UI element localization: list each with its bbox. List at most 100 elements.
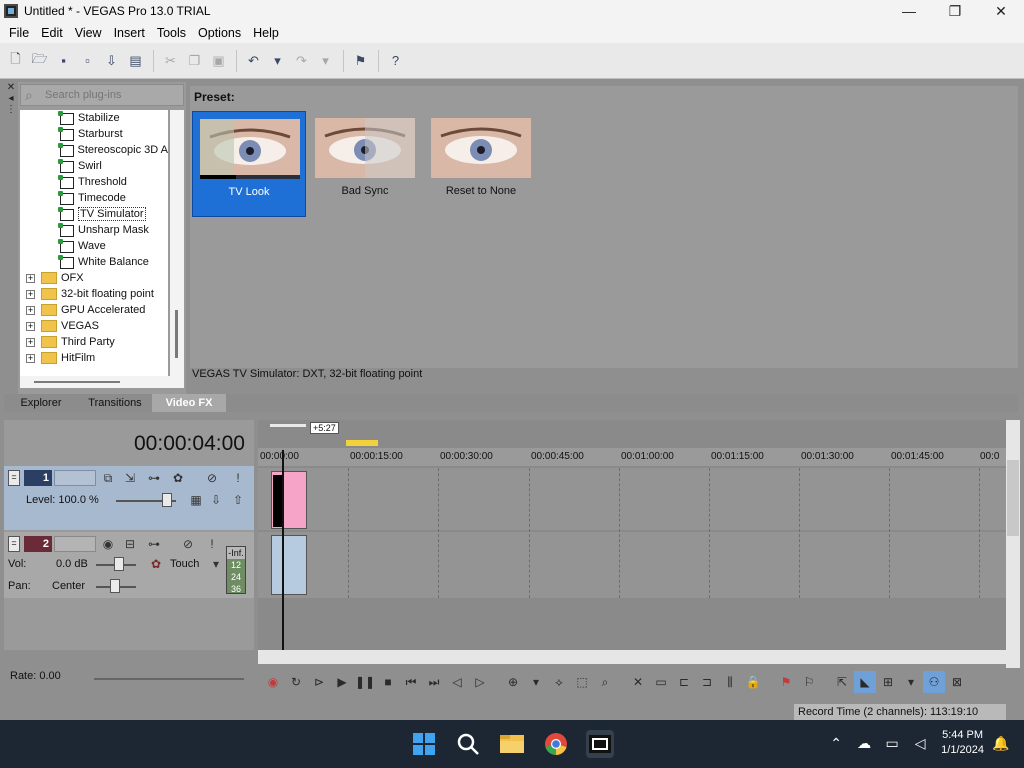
mute-icon[interactable]: ⊘ bbox=[204, 470, 220, 486]
tree-item-threshold[interactable]: Threshold bbox=[20, 174, 168, 190]
lock-envelopes-icon[interactable]: ⊞ bbox=[877, 671, 899, 693]
expand-icon[interactable]: + bbox=[26, 353, 35, 363]
track-name-field[interactable] bbox=[54, 536, 96, 552]
copy-icon[interactable]: ❐ bbox=[183, 50, 206, 72]
go-to-start-icon[interactable]: ⏮ bbox=[400, 671, 422, 693]
make-compositing-child-icon[interactable]: ⇲ bbox=[122, 470, 138, 486]
tree-item-tv-simulator[interactable]: TV Simulator bbox=[20, 206, 168, 222]
volume-slider[interactable] bbox=[114, 557, 124, 571]
automation-icon[interactable]: ✿ bbox=[148, 556, 164, 572]
preset-tv-look[interactable]: TV Look bbox=[192, 111, 306, 217]
tree-folder-gpu[interactable]: + GPU Accelerated bbox=[20, 302, 168, 318]
menu-tools[interactable]: Tools bbox=[151, 26, 192, 40]
pan-slider[interactable] bbox=[110, 579, 120, 593]
video-event[interactable] bbox=[271, 471, 307, 529]
menu-view[interactable]: View bbox=[69, 26, 108, 40]
ripple-dropdown-icon[interactable]: ▾ bbox=[900, 671, 922, 693]
timeline-horizontal-scrollbar[interactable] bbox=[258, 650, 1006, 664]
notification-bell-icon[interactable]: 🔔 bbox=[990, 735, 1012, 752]
preset-reset-to-none[interactable]: Reset to None bbox=[424, 111, 538, 217]
timeline-vertical-scrollbar[interactable] bbox=[1006, 420, 1020, 668]
redo-icon[interactable]: ↷ bbox=[290, 50, 313, 72]
menu-insert[interactable]: Insert bbox=[108, 26, 151, 40]
move-up-icon[interactable]: ⇧ bbox=[230, 492, 246, 508]
undo-icon[interactable]: ↶ bbox=[242, 50, 265, 72]
move-down-icon[interactable]: ⇩ bbox=[208, 492, 224, 508]
event-pan-crop-icon[interactable]: ⇱ bbox=[831, 671, 853, 693]
expand-icon[interactable]: + bbox=[26, 305, 35, 315]
tree-item-stereoscopic-3d[interactable]: Stereoscopic 3D A bbox=[20, 142, 168, 158]
volume-muted-icon[interactable]: ◁ bbox=[909, 735, 931, 752]
audio-track-lane[interactable] bbox=[258, 532, 1006, 598]
tree-folder-third-party[interactable]: + Third Party bbox=[20, 334, 168, 350]
preset-bad-sync[interactable]: Bad Sync bbox=[308, 111, 422, 217]
tree-item-starburst[interactable]: Starburst bbox=[20, 126, 168, 142]
whats-this-help-icon[interactable]: ? bbox=[384, 50, 407, 72]
playhead-cursor[interactable] bbox=[282, 450, 284, 650]
close-button[interactable]: ✕ bbox=[978, 0, 1024, 22]
stop-icon[interactable]: ■ bbox=[377, 671, 399, 693]
display-icon[interactable]: ▭ bbox=[881, 735, 903, 752]
tree-horizontal-scrollbar[interactable] bbox=[20, 376, 184, 388]
normal-edit-tool-icon[interactable]: ⊕ bbox=[502, 671, 524, 693]
expand-icon[interactable]: + bbox=[26, 273, 35, 283]
paste-icon[interactable]: ▣ bbox=[207, 50, 230, 72]
open-folder-icon[interactable]: 🗁 bbox=[28, 50, 51, 72]
search-plugins-input[interactable] bbox=[41, 89, 171, 101]
clock[interactable]: 5:44 PM 1/1/2024 bbox=[941, 728, 984, 758]
pause-icon[interactable]: ❚❚ bbox=[354, 671, 376, 693]
timeline-area[interactable]: +5:27 00:00:00 00:00:15:00 00:00:30:00 0… bbox=[258, 420, 1006, 650]
render-as-icon[interactable]: ⇩ bbox=[100, 50, 123, 72]
insert-marker-icon[interactable]: ⚑ bbox=[775, 671, 797, 693]
invert-phase-icon[interactable]: ⊟ bbox=[122, 536, 138, 552]
next-frame-icon[interactable]: ▷ bbox=[469, 671, 491, 693]
tab-transitions[interactable]: Transitions bbox=[78, 394, 152, 412]
tree-item-white-balance[interactable]: White Balance bbox=[20, 254, 168, 270]
expand-icon[interactable]: + bbox=[26, 337, 35, 347]
show-hidden-icons-icon[interactable]: ⌃ bbox=[825, 735, 847, 752]
save-as-icon[interactable]: ▫ bbox=[76, 50, 99, 72]
properties-icon[interactable]: ▤ bbox=[124, 50, 147, 72]
tree-folder-ofx[interactable]: + OFX bbox=[20, 270, 168, 286]
track-name-field[interactable] bbox=[54, 470, 96, 486]
crossfade-icon[interactable]: ⊠ bbox=[946, 671, 968, 693]
tree-vertical-scrollbar[interactable] bbox=[170, 110, 184, 376]
audio-track-header[interactable]: = 2 ◉ ⊟ ⊶ ⊘ ! Vol: 0.0 dB ✿ Touch ▾ Pan:… bbox=[4, 532, 254, 598]
zoom-tool-icon[interactable]: ⌕ bbox=[594, 671, 616, 693]
auto-ripple-icon[interactable]: ◣ bbox=[854, 671, 876, 693]
loop-region[interactable] bbox=[346, 440, 378, 446]
edit-tool-dropdown-icon[interactable]: ▾ bbox=[525, 671, 547, 693]
solo-icon[interactable]: ! bbox=[230, 470, 246, 486]
automation-mode[interactable]: Touch bbox=[170, 558, 199, 570]
track-fx-icon[interactable]: ✿ bbox=[170, 470, 186, 486]
trim-start-icon[interactable]: ⊏ bbox=[673, 671, 695, 693]
expand-icon[interactable]: + bbox=[26, 289, 35, 299]
delete-icon[interactable]: ✕ bbox=[627, 671, 649, 693]
undo-dropdown-icon[interactable]: ▾ bbox=[266, 50, 289, 72]
tree-folder-hitfilm[interactable]: + HitFilm bbox=[20, 350, 168, 366]
track-motion-icon[interactable]: ⊶ bbox=[146, 470, 162, 486]
zoom-bar[interactable] bbox=[270, 424, 306, 427]
previous-frame-icon[interactable]: ◁ bbox=[446, 671, 468, 693]
start-icon[interactable] bbox=[410, 730, 438, 758]
menu-file[interactable]: File bbox=[3, 26, 35, 40]
menu-edit[interactable]: Edit bbox=[35, 26, 69, 40]
audio-event[interactable] bbox=[271, 535, 307, 595]
maximize-button[interactable]: ❐ bbox=[932, 0, 978, 22]
tree-folder-32bit[interactable]: +32-bit floating point bbox=[20, 286, 168, 302]
record-icon[interactable]: ◉ bbox=[262, 671, 284, 693]
track-fx-icon[interactable]: ⊶ bbox=[146, 536, 162, 552]
tree-item-timecode[interactable]: Timecode bbox=[20, 190, 168, 206]
vegas-taskbar-icon[interactable] bbox=[586, 730, 614, 758]
drag-handle-icon[interactable]: ⋮ bbox=[4, 104, 18, 115]
tree-item-swirl[interactable]: Swirl bbox=[20, 158, 168, 174]
file-explorer-icon[interactable] bbox=[498, 730, 526, 758]
automation-dropdown-icon[interactable]: ▾ bbox=[208, 556, 224, 572]
network-icon[interactable]: ☁ bbox=[853, 735, 875, 752]
tree-item-wave[interactable]: Wave bbox=[20, 238, 168, 254]
save-icon[interactable]: ▪ bbox=[52, 50, 75, 72]
insert-region-icon[interactable]: ⚐ bbox=[798, 671, 820, 693]
tab-video-fx[interactable]: Video FX bbox=[152, 394, 226, 412]
redo-dropdown-icon[interactable]: ▾ bbox=[314, 50, 337, 72]
chrome-icon[interactable] bbox=[542, 730, 570, 758]
